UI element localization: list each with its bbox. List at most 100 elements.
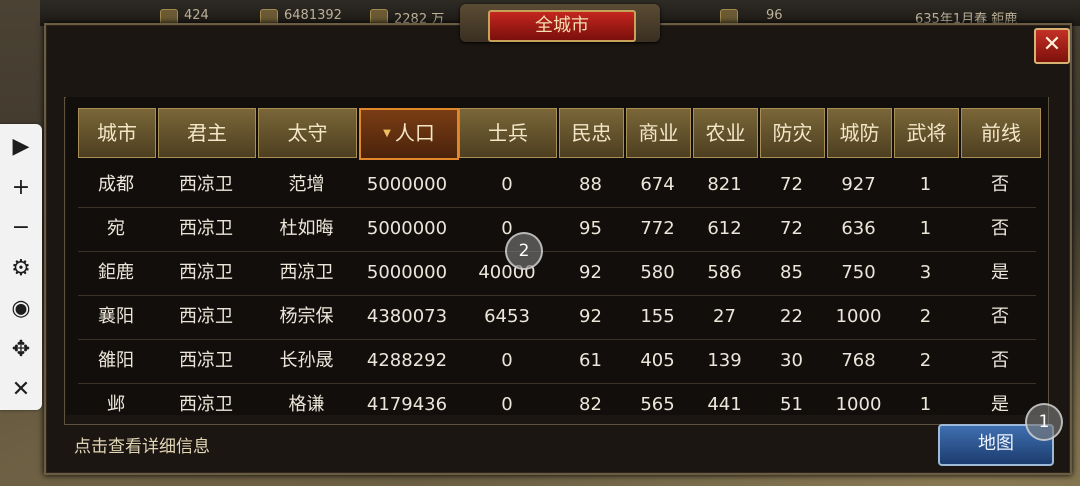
table-cell: 长孙晟 <box>279 350 334 371</box>
resource-value: 96 <box>766 8 783 23</box>
table-cell: 1 <box>919 174 932 195</box>
column-header-label: 防灾 <box>772 121 813 145</box>
table-cell: 51 <box>780 394 803 415</box>
table-cell: 西凉卫 <box>279 262 334 283</box>
touch-marker: 2 <box>505 232 543 270</box>
table-cell: 61 <box>579 350 602 371</box>
table-cell: 西凉卫 <box>179 174 233 195</box>
table-cell: 邺 <box>107 394 125 415</box>
table-cell: 5000000 <box>366 218 448 239</box>
hint-text: 点击查看详细信息 <box>74 437 210 457</box>
column-header-label: 商业 <box>638 121 679 145</box>
table-cell: 范增 <box>288 174 325 195</box>
table-cell: 405 <box>640 350 675 371</box>
table-row[interactable]: 成都 西凉卫 范增 5000000 0 88 674 821 72 927 1 否 <box>78 163 1036 208</box>
table-cell: 30 <box>780 350 803 371</box>
move-icon[interactable]: ✥ <box>0 330 42 370</box>
table-cell: 580 <box>640 262 675 283</box>
table-cell: 鉅鹿 <box>98 262 134 283</box>
resource-value: 424 <box>184 8 209 23</box>
table-cell: 85 <box>780 262 803 283</box>
table-cell: 否 <box>991 350 1009 371</box>
table-cell: 3 <box>919 262 932 283</box>
table-cell: 4380073 <box>366 306 448 327</box>
column-header-label: 武将 <box>906 121 947 145</box>
table-cell: 636 <box>841 218 876 239</box>
column-header[interactable]: 士兵 <box>459 108 557 158</box>
table-cell: 5000000 <box>366 262 448 283</box>
column-header-label: 士兵 <box>488 121 528 145</box>
plus-icon[interactable]: + <box>0 168 42 208</box>
table-cell: 92 <box>579 306 602 327</box>
table-cell: 565 <box>640 394 675 415</box>
table-cell: 成都 <box>98 174 134 195</box>
touch-marker: 1 <box>1025 403 1063 441</box>
table-cell: 5000000 <box>366 174 448 195</box>
table-cell: 1000 <box>835 394 882 415</box>
table-cell: 格谦 <box>288 394 325 415</box>
table-cell: 是 <box>991 394 1009 415</box>
column-header[interactable]: 前线 <box>961 108 1041 158</box>
table-row[interactable]: 雒阳 西凉卫 长孙晟 4288292 0 61 405 139 30 768 2 否 <box>78 339 1036 384</box>
table-cell: 雒阳 <box>98 350 134 371</box>
column-header-label: 城防 <box>839 121 880 145</box>
minus-icon[interactable]: − <box>0 208 42 248</box>
column-header[interactable]: 防灾 <box>760 108 825 158</box>
table-cell: 1 <box>919 394 932 415</box>
column-header-label: 君主 <box>187 121 227 145</box>
table-cell: 襄阳 <box>98 306 134 327</box>
play-icon[interactable]: ▶ <box>0 127 42 167</box>
table-cell: 27 <box>713 306 736 327</box>
table-cell: 612 <box>707 218 742 239</box>
table-row[interactable]: 襄阳 西凉卫 杨宗保 4380073 6453 92 155 27 22 1000 2 否 <box>78 295 1036 340</box>
table-cell: 杨宗保 <box>279 306 334 327</box>
table-cell: 否 <box>991 174 1009 195</box>
column-header[interactable]: 太守 <box>258 108 357 158</box>
table-cell: 82 <box>579 394 602 415</box>
table-cell: 是 <box>991 262 1009 283</box>
table-cell: 2 <box>919 350 932 371</box>
table-cell: 821 <box>707 174 742 195</box>
sort-desc-icon: ▼ <box>383 128 391 139</box>
gear-icon[interactable]: ⚙ <box>0 249 42 289</box>
table-cell: 西凉卫 <box>179 218 233 239</box>
table-cell: 0 <box>501 174 513 195</box>
column-header[interactable]: 农业 <box>693 108 758 158</box>
table-row[interactable]: 宛西凉卫 杜如晦 5000000 0 95 772 612 72 636 1 否 <box>78 207 1036 252</box>
table-cell: 0 <box>501 350 513 371</box>
table-row[interactable]: 邺 西凉卫 格谦 4179436 0 82 565 441 51 1000 1 是 <box>78 383 1036 415</box>
table-cell: 674 <box>640 174 675 195</box>
dialog-title-plate: 全城市 <box>460 4 660 42</box>
column-header[interactable]: 民忠 <box>559 108 624 158</box>
table-cell: 772 <box>640 218 675 239</box>
table-cell: 92 <box>579 262 602 283</box>
column-header[interactable]: ▼ 人口 <box>359 108 459 160</box>
column-header-label: 城市 <box>97 121 137 145</box>
table-cell: 西凉卫 <box>179 262 233 283</box>
column-header[interactable]: 君主 <box>158 108 256 158</box>
table-cell: 750 <box>841 262 876 283</box>
table-cell: 0 <box>501 394 513 415</box>
column-header[interactable]: 武将 <box>894 108 959 158</box>
table-cell: 88 <box>579 174 602 195</box>
table-cell: 2 <box>919 306 932 327</box>
column-header[interactable]: 城防 <box>827 108 892 158</box>
table-cell: 4288292 <box>366 350 448 371</box>
table-cell: 1000 <box>835 306 882 327</box>
table-cell: 1 <box>919 218 932 239</box>
table-cell: 6453 <box>484 306 530 327</box>
column-header-label: 人口 <box>394 121 435 145</box>
close-button[interactable]: ✕ <box>1034 28 1070 64</box>
column-header[interactable]: 商业 <box>626 108 691 158</box>
table-cell: 西凉卫 <box>179 394 233 415</box>
table-cell: 西凉卫 <box>179 306 233 327</box>
close-icon[interactable]: ✕ <box>0 370 42 410</box>
column-header-label: 前线 <box>981 121 1021 145</box>
table-cell: 155 <box>640 306 675 327</box>
column-header[interactable]: 城市 <box>78 108 156 158</box>
table-row[interactable]: 鉅鹿 西凉卫 西凉卫 5000000 40000 92 580 586 85 750 3 是 <box>78 251 1036 296</box>
dialog-title: 全城市 <box>488 10 636 42</box>
table-cell: 768 <box>841 350 876 371</box>
eye-off-icon[interactable]: ◉ <box>0 289 42 329</box>
table-cell: 宛 <box>107 218 125 239</box>
